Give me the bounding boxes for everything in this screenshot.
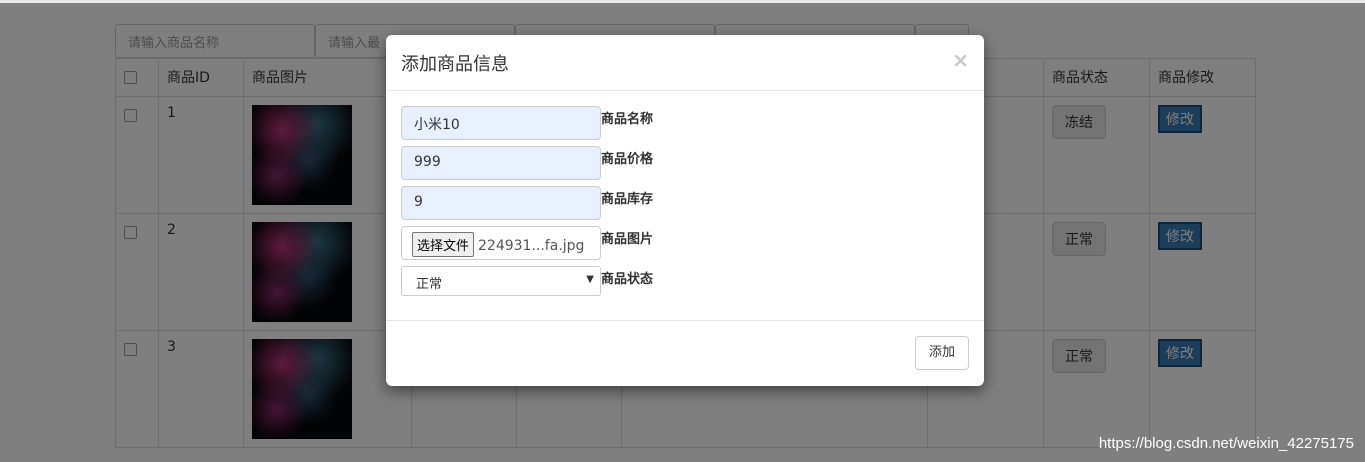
- modal-title: 添加商品信息: [401, 54, 509, 75]
- product-image-label: 商品图片: [601, 232, 654, 247]
- product-image-file-input[interactable]: 选择文件 224931...fa.jpg: [401, 226, 601, 260]
- selected-file-name: 224931...fa.jpg: [478, 238, 585, 254]
- product-status-select[interactable]: 正常 ▼: [401, 266, 601, 296]
- product-stock-input[interactable]: 9: [401, 186, 601, 220]
- status-select-value: 正常: [416, 277, 443, 292]
- modal-header: 添加商品信息 ×: [386, 35, 984, 91]
- product-status-label: 商品状态: [601, 272, 654, 287]
- modal-footer: 添加: [386, 321, 984, 385]
- watermark: https://blog.csdn.net/weixin_42275175: [1098, 435, 1354, 452]
- add-button[interactable]: 添加: [915, 336, 969, 370]
- product-price-input[interactable]: 999: [401, 146, 601, 180]
- add-product-modal: 添加商品信息 × 小米10 商品名称 999 商品价格 9 商品库存 选择文件 2…: [386, 35, 984, 386]
- product-stock-label: 商品库存: [601, 192, 654, 207]
- product-name-input[interactable]: 小米10: [401, 106, 601, 140]
- chevron-down-icon: ▼: [586, 274, 594, 285]
- close-icon[interactable]: ×: [952, 48, 969, 72]
- product-name-label: 商品名称: [601, 112, 654, 127]
- product-price-label: 商品价格: [601, 152, 654, 167]
- choose-file-button[interactable]: 选择文件: [412, 232, 475, 257]
- modal-body: 小米10 商品名称 999 商品价格 9 商品库存 选择文件 224931...f…: [386, 91, 984, 321]
